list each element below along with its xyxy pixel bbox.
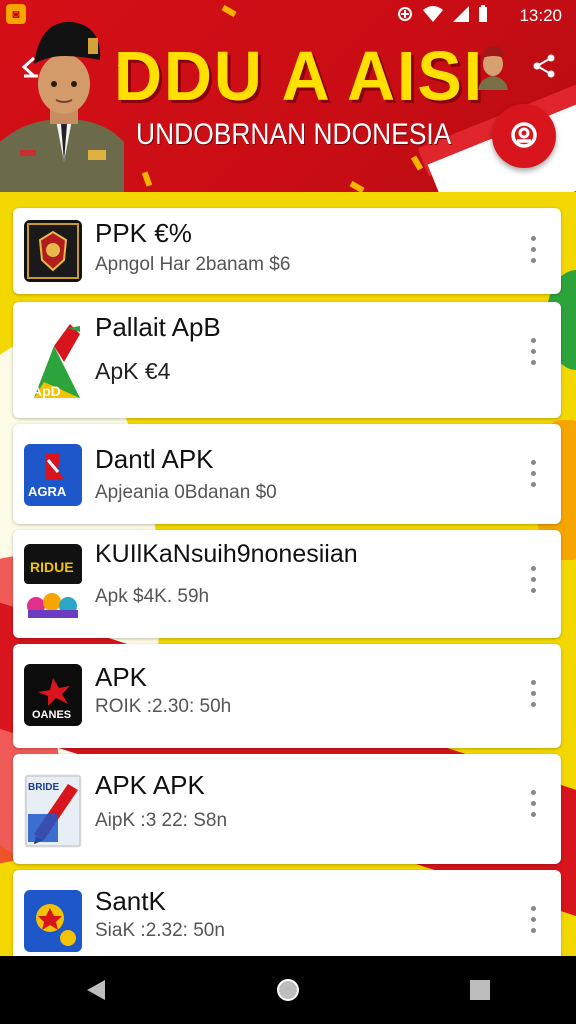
- nav-back-icon: [87, 980, 105, 1000]
- system-navigation-bar: [0, 956, 576, 1024]
- list-item[interactable]: RIDUE KUIlKaNsuih9nonesiian Apk $4K. 59h: [13, 530, 561, 638]
- list-item[interactable]: SantK SiaK :2.32: 50n: [13, 870, 561, 970]
- app-name: APK APK: [95, 770, 205, 800]
- app-name: Pallait ApB: [95, 312, 221, 342]
- confetti: [349, 180, 365, 192]
- more-vert-icon[interactable]: [531, 338, 539, 368]
- app-meta: Apngol Har 2banam $6: [95, 254, 291, 275]
- app-icon: [24, 890, 82, 952]
- list-item[interactable]: ApD Pallait ApB ApK €4: [13, 302, 561, 418]
- list-item[interactable]: PPK €% Apngol Har 2banam $6: [13, 208, 561, 294]
- list-item[interactable]: AGRA Dantl APK Apjeania 0Bdanan $0: [13, 424, 561, 524]
- floating-search-button[interactable]: [492, 104, 556, 168]
- confetti: [141, 171, 153, 187]
- more-vert-icon[interactable]: [531, 236, 539, 266]
- list-item[interactable]: OANES APK ROIK :2.30: 50h: [13, 644, 561, 748]
- nav-home-icon: [277, 979, 299, 1001]
- status-icons: [396, 5, 488, 28]
- app-icon: RIDUE: [24, 544, 82, 624]
- more-vert-icon[interactable]: [531, 790, 539, 820]
- app-icon-label: BRIDE: [28, 782, 59, 793]
- app-meta: Apk $4K. 59h: [95, 586, 210, 607]
- app-meta: ApK €4: [95, 358, 171, 384]
- nav-recents-button[interactable]: [460, 970, 500, 1010]
- share-button[interactable]: [530, 52, 558, 80]
- signal-icon: [452, 5, 470, 28]
- avatar[interactable]: [474, 44, 512, 90]
- status-time: 13:20: [519, 6, 562, 25]
- nav-back-button[interactable]: [76, 970, 116, 1010]
- app-meta: ROIK :2.30: 50h: [95, 696, 232, 717]
- nav-recents-icon: [470, 980, 490, 1000]
- app-icon: [24, 220, 82, 282]
- more-vert-icon[interactable]: [531, 460, 539, 490]
- app-name: APK: [95, 662, 148, 692]
- app-icon: ApD: [24, 322, 84, 402]
- app-name: Dantl APK: [95, 444, 214, 474]
- app-icon-label: OANES: [32, 709, 71, 721]
- officer-portrait: [0, 12, 128, 192]
- app-header: ◙ 13:20 DDU A AISI UNDOBRNAN NDONESIA: [0, 0, 576, 192]
- header-subtitle: UNDOBRNAN NDONESIA: [136, 118, 452, 151]
- app-name: KUIlKaNsuih9nonesiian: [95, 540, 358, 568]
- more-vert-icon[interactable]: [531, 906, 539, 936]
- app-icon: BRIDE: [24, 774, 82, 848]
- app-icon: OANES: [24, 664, 82, 726]
- app-meta: AipK :3 22: S8n: [95, 810, 228, 831]
- app-meta: Apjeania 0Bdanan $0: [95, 482, 277, 503]
- battery-icon: [478, 5, 488, 28]
- app-icon: AGRA: [24, 444, 82, 506]
- nav-home-button[interactable]: [268, 970, 308, 1010]
- app-name: PPK €%: [95, 218, 192, 248]
- header-title: DDU A AISI: [114, 37, 484, 115]
- share-icon: [533, 54, 555, 78]
- list-item[interactable]: BRIDE APK APK AipK :3 22: S8n: [13, 754, 561, 864]
- data-saver-icon: [396, 5, 414, 28]
- app-icon-label: RIDUE: [30, 559, 74, 575]
- fab-search-icon: [511, 122, 537, 148]
- wifi-icon: [422, 5, 444, 28]
- more-vert-icon[interactable]: [531, 566, 539, 596]
- app-icon-label: AGRA: [28, 484, 67, 499]
- app-meta: SiaK :2.32: 50n: [95, 920, 225, 941]
- more-vert-icon[interactable]: [531, 680, 539, 710]
- app-icon-label: ApD: [32, 383, 61, 399]
- app-name: SantK: [95, 886, 166, 916]
